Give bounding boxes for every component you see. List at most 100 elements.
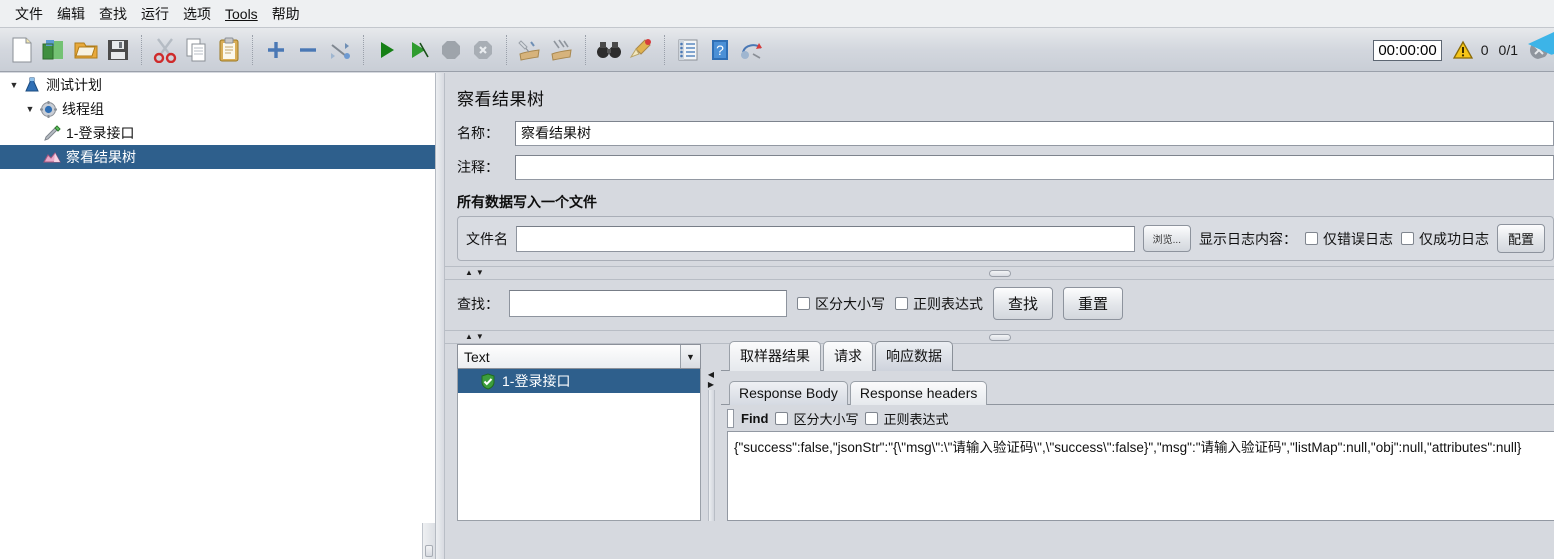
search-regex-checkbox[interactable] [895, 297, 908, 310]
splitter-arrows[interactable]: ▲ ▼ [465, 268, 484, 278]
search-case-sensitive-checkbox[interactable] [797, 297, 810, 310]
shutdown-icon[interactable] [467, 34, 499, 66]
toolbar-group-help: ? [672, 34, 768, 66]
menu-help[interactable]: 帮助 [265, 1, 307, 27]
chevron-down-icon[interactable]: ▼ [680, 345, 700, 368]
arrow-down-icon[interactable]: ▼ [476, 332, 484, 342]
tree-toggle-icon[interactable]: ▼ [22, 104, 38, 114]
errors-only-checkbox-wrap[interactable]: 仅错误日志 [1304, 229, 1393, 249]
tab-response-data[interactable]: 响应数据 [875, 341, 953, 371]
search-button[interactable]: 查找 [993, 287, 1054, 320]
find-case-sensitive-checkbox[interactable] [775, 411, 789, 425]
splitter-grip[interactable] [988, 270, 1011, 277]
tab-sampler-result[interactable]: 取样器结果 [729, 341, 821, 371]
start-icon[interactable] [371, 34, 403, 66]
search-reset-icon[interactable] [625, 34, 657, 66]
search-input[interactable] [509, 290, 787, 317]
toggle-icon[interactable] [324, 34, 356, 66]
configure-button[interactable]: 配置 [1496, 224, 1545, 253]
test-plan-tree[interactable]: ▼ 测试计划 ▼ 线程组 1-登录接口 察看结果树 [0, 73, 436, 559]
toolbar-group-tree [260, 34, 356, 66]
results-tree-list[interactable]: 1-登录接口 [457, 369, 701, 521]
subtab-response-body[interactable]: Response Body [729, 381, 848, 405]
name-field-row: 名称： 察看结果树 [445, 118, 1554, 148]
tree-scrollbar[interactable] [422, 523, 435, 559]
save-icon[interactable] [102, 34, 134, 66]
arrow-up-icon[interactable]: ▲ [465, 268, 473, 278]
response-body-text[interactable]: {"success":false,"jsonStr":"{\"msg\":\"请… [727, 431, 1554, 521]
horizontal-splitter-top[interactable]: ▲ ▼ [445, 266, 1554, 280]
search-regex-wrap[interactable]: 正则表达式 [895, 294, 983, 314]
comment-label: 注释： [457, 159, 499, 175]
splitter-bar[interactable] [707, 390, 715, 521]
errors-only-checkbox[interactable] [1304, 232, 1318, 245]
menu-search[interactable]: 查找 [92, 1, 134, 27]
svg-text:?: ? [716, 42, 724, 58]
arrow-left-icon[interactable]: ◀ [708, 370, 714, 380]
scrollbar-thumb[interactable] [425, 545, 433, 557]
splitter-arrows[interactable]: ▲ ▼ [465, 332, 484, 342]
function-helper-icon[interactable] [672, 34, 704, 66]
collapse-icon[interactable] [292, 34, 324, 66]
tab-request[interactable]: 请求 [823, 341, 873, 371]
menu-edit[interactable]: 编辑 [50, 1, 92, 27]
cut-icon[interactable] [149, 34, 181, 66]
splitter-grip[interactable] [988, 334, 1011, 341]
jmeter-window: 文件 编辑 查找 运行 选项 Tools 帮助 ? 00:00:00 0 0/1… [0, 0, 1554, 559]
copy-icon[interactable] [181, 34, 213, 66]
menu-tools-label: Tools [225, 5, 258, 22]
successes-only-checkbox-wrap[interactable]: 仅成功日志 [1400, 229, 1489, 249]
comment-input[interactable] [515, 154, 1554, 180]
templates-icon[interactable] [38, 34, 70, 66]
find-case-sensitive-wrap[interactable]: 区分大小写 [775, 409, 858, 428]
tree-toggle-icon[interactable]: ▼ [6, 80, 22, 90]
warning-triangle-icon [1452, 40, 1473, 59]
search-reset-button[interactable]: 重置 [1063, 287, 1124, 320]
paste-icon[interactable] [213, 34, 245, 66]
horizontal-splitter-bottom[interactable]: ▲ ▼ [445, 330, 1554, 344]
group-title: 所有数据写入一个文件 [457, 194, 597, 210]
error-circle-icon[interactable] [1528, 39, 1550, 61]
open-icon[interactable] [70, 34, 102, 66]
results-vertical-splitter[interactable]: ◀ ▶ [701, 344, 721, 521]
arrow-down-icon[interactable]: ▼ [476, 268, 484, 278]
successes-only-checkbox[interactable] [1400, 232, 1414, 245]
menu-file[interactable]: 文件 [8, 1, 50, 27]
new-icon[interactable] [6, 34, 38, 66]
stop-icon[interactable] [435, 34, 467, 66]
menu-run[interactable]: 运行 [134, 1, 176, 27]
render-format-combo[interactable]: Text ▼ [457, 344, 701, 369]
expand-icon[interactable] [260, 34, 292, 66]
tree-node-login-sampler[interactable]: 1-登录接口 [0, 121, 435, 145]
menu-tools[interactable]: Tools [218, 3, 265, 25]
menu-options[interactable]: 选项 [176, 1, 218, 27]
search-icon[interactable] [593, 34, 625, 66]
toolbar-separator [363, 34, 364, 65]
tree-node-thread-group[interactable]: ▼ 线程组 [0, 97, 435, 121]
find-regex-checkbox[interactable] [865, 411, 879, 425]
find-input[interactable] [727, 408, 734, 428]
tree-node-view-results-tree[interactable]: 察看结果树 [0, 145, 435, 169]
list-item[interactable]: 1-登录接口 [458, 369, 700, 393]
name-input[interactable]: 察看结果树 [515, 120, 1554, 146]
list-item-label: 1-登录接口 [502, 373, 571, 389]
arrow-up-icon[interactable]: ▲ [465, 332, 473, 342]
find-regex-wrap[interactable]: 正则表达式 [865, 409, 948, 428]
filename-input[interactable] [516, 225, 1135, 252]
search-case-sensitive-wrap[interactable]: 区分大小写 [797, 294, 885, 314]
clear-all-icon[interactable] [546, 34, 578, 66]
search-label: 查找： [457, 295, 499, 312]
start-no-timers-icon[interactable] [403, 34, 435, 66]
warning-indicator[interactable]: 0 [1452, 40, 1489, 60]
successes-only-label: 仅成功日志 [1418, 230, 1489, 247]
main-vertical-splitter[interactable] [436, 73, 445, 559]
arrow-right-icon[interactable]: ▶ [708, 380, 714, 390]
help-icon[interactable]: ? [704, 34, 736, 66]
page-title: 察看结果树 [457, 90, 545, 109]
active-threads-count: 0/1 [1498, 42, 1518, 58]
clear-icon[interactable] [514, 34, 546, 66]
browse-button[interactable]: 浏览... [1142, 225, 1191, 252]
subtab-response-headers[interactable]: Response headers [849, 381, 988, 405]
undo-redo-icon[interactable] [736, 34, 768, 66]
tree-node-test-plan[interactable]: ▼ 测试计划 [0, 73, 435, 97]
